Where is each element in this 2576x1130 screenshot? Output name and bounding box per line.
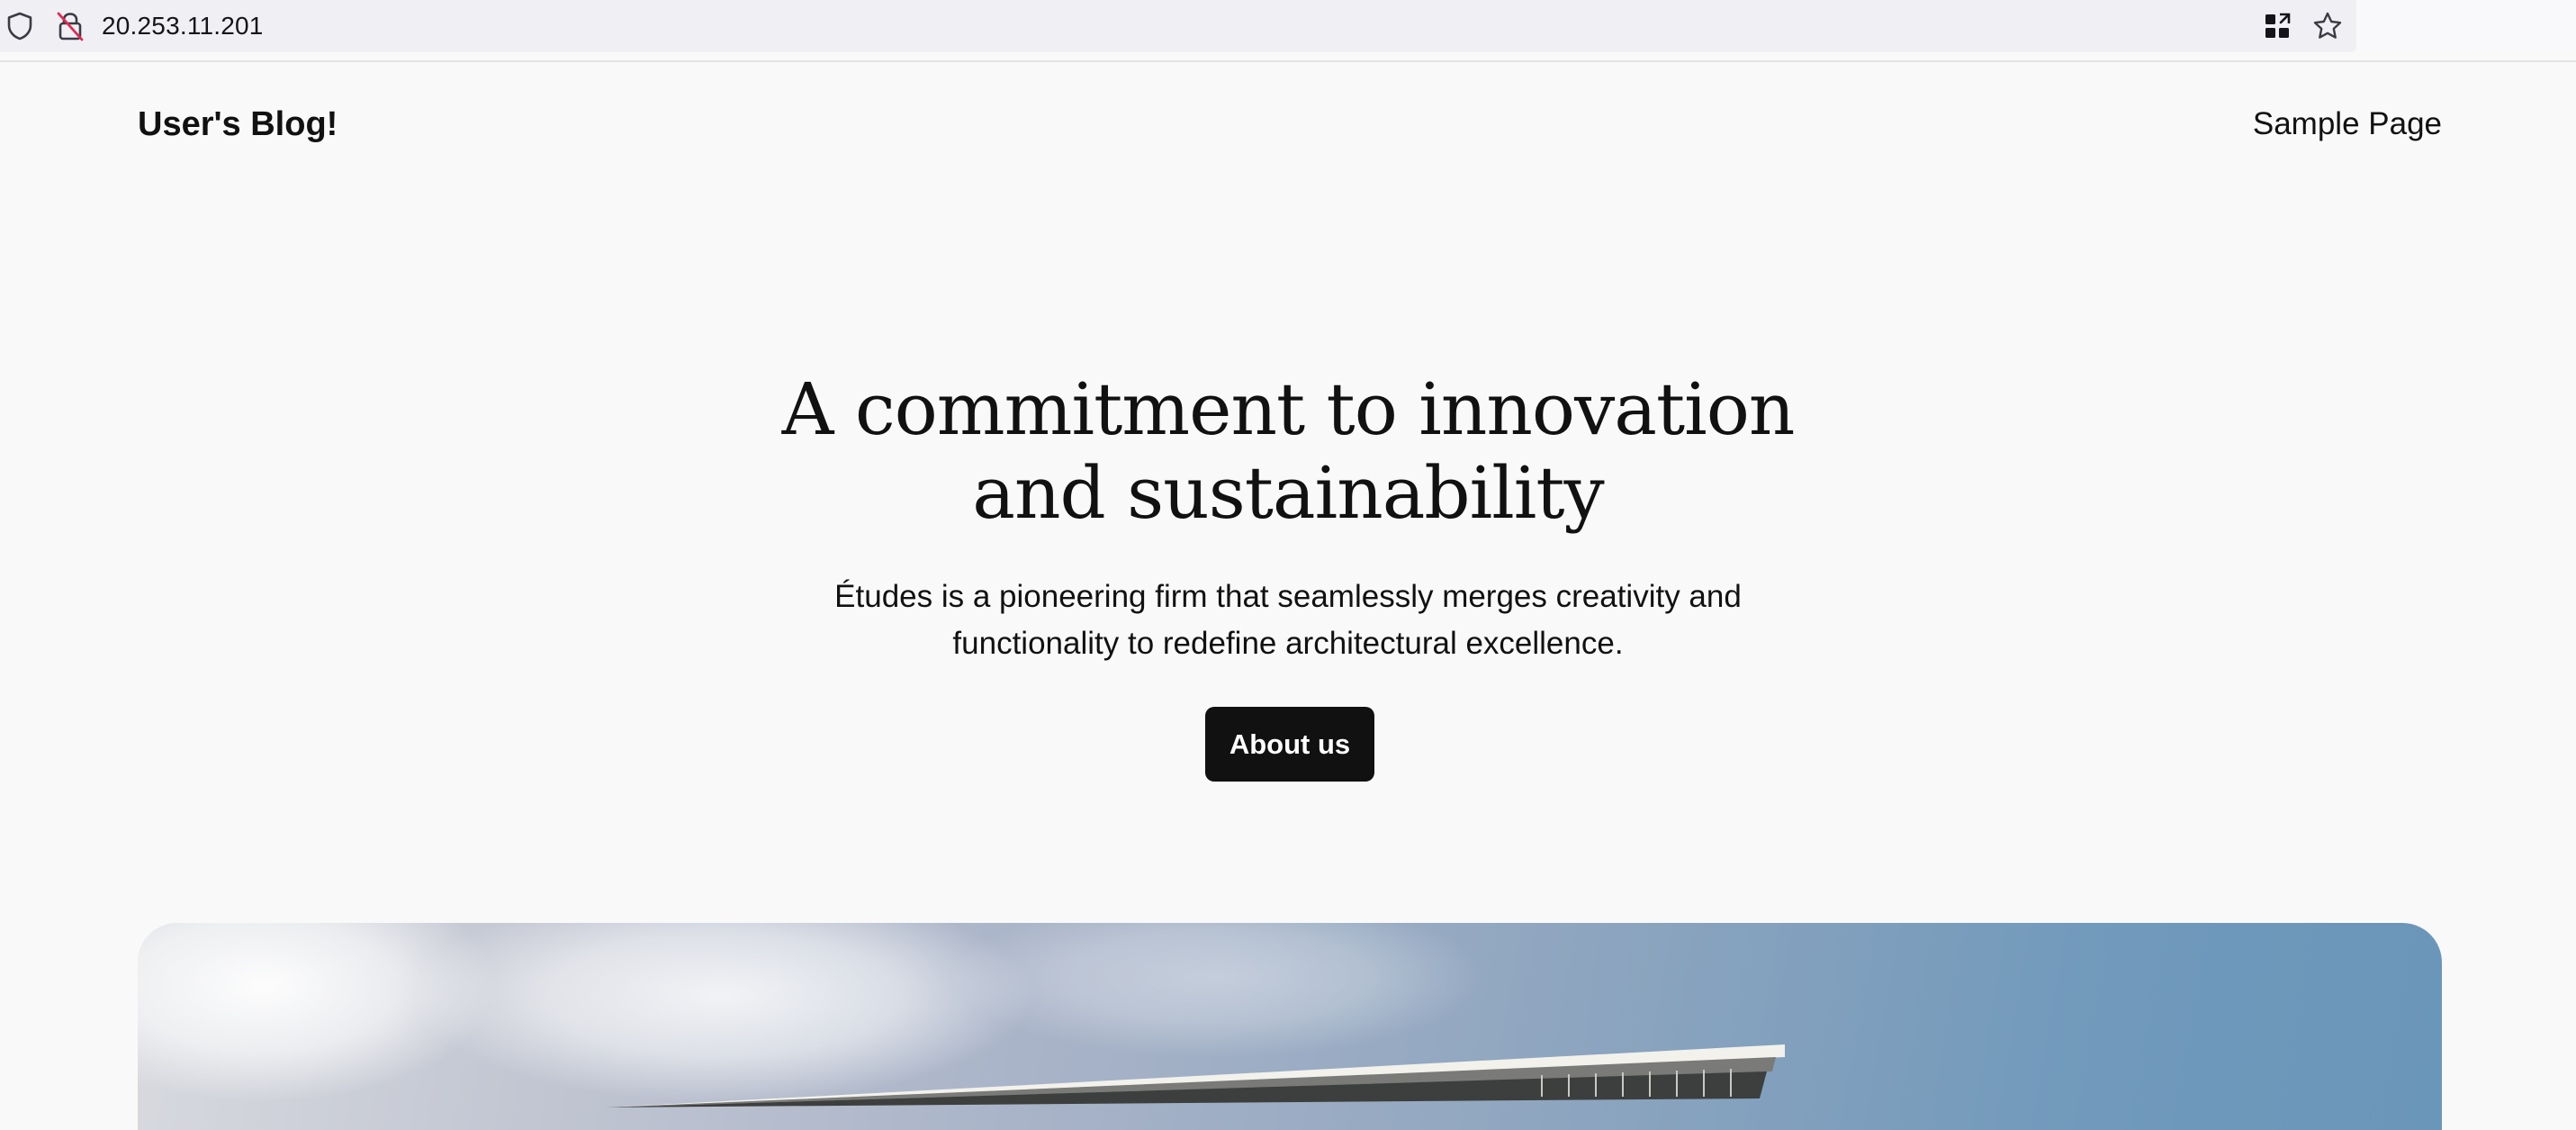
nav-link-sample-page[interactable]: Sample Page bbox=[2253, 101, 2442, 148]
hero-subtitle-line-1: Études is a pioneering firm that seamles… bbox=[834, 579, 1742, 614]
hero-subtitle-line-2: functionality to redefine architectural … bbox=[952, 626, 1624, 661]
toolbar-spacer bbox=[2356, 0, 2576, 52]
hero-building-image bbox=[138, 923, 2442, 1130]
shield-icon[interactable] bbox=[4, 10, 36, 42]
hero-heading-line-1: A commitment to innovation bbox=[781, 367, 1796, 451]
about-us-button[interactable]: About us bbox=[1205, 707, 1374, 782]
bookmark-star-icon[interactable] bbox=[2311, 10, 2344, 42]
hero-heading-line-2: and sustainability bbox=[972, 451, 1604, 535]
toolbar-divider bbox=[0, 60, 2576, 62]
site-title[interactable]: User's Blog! bbox=[138, 101, 338, 148]
cloud-shape bbox=[948, 923, 1488, 1058]
hero-subtitle: Études is a pioneering firm that seamles… bbox=[793, 574, 1783, 667]
qr-code-icon[interactable] bbox=[2261, 10, 2293, 42]
address-bar-url[interactable]: 20.253.11.201 bbox=[102, 11, 264, 41]
insecure-lock-icon[interactable] bbox=[54, 10, 86, 42]
building-roof-graphic bbox=[606, 1044, 1785, 1107]
browser-url-bar[interactable]: 20.253.11.201 bbox=[0, 0, 2356, 52]
hero-heading: A commitment to innovation and sustainab… bbox=[0, 367, 2576, 535]
